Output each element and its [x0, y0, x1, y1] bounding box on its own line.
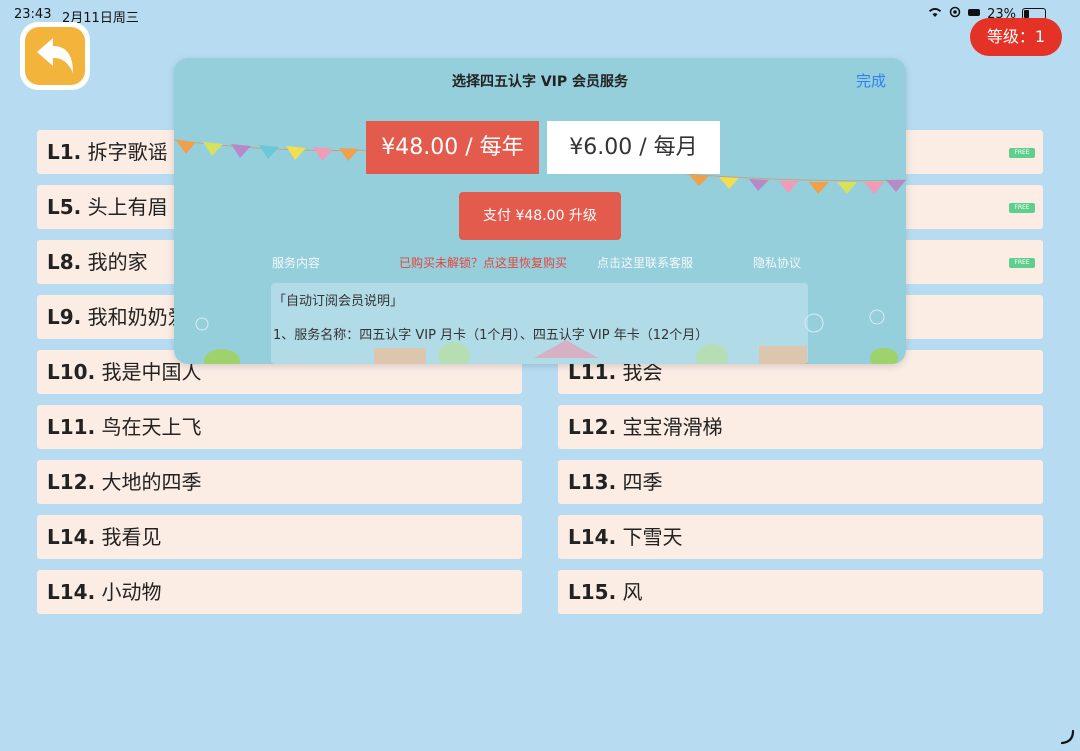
- lesson-code: L14.: [568, 525, 617, 549]
- lesson-name: 鸟在天上飞: [101, 415, 202, 439]
- pay-button[interactable]: 支付 ¥48.00 升级: [459, 192, 621, 240]
- lesson-code: L8.: [47, 250, 82, 274]
- lesson-name: 拆字歌谣: [87, 140, 168, 164]
- lesson-code: L12.: [47, 470, 96, 494]
- price-option-yearly[interactable]: ¥48.00 / 每年: [366, 121, 539, 174]
- lesson-item[interactable]: L13. 四季: [558, 460, 1043, 504]
- lesson-code: L10.: [47, 360, 96, 384]
- restore-purchase-link[interactable]: 已购买未解锁？点这里恢复购买: [399, 254, 567, 271]
- lesson-item[interactable]: L12. 宝宝滑滑梯: [558, 405, 1043, 449]
- lesson-item[interactable]: L15. 风: [558, 570, 1043, 614]
- lesson-name: 四季: [622, 470, 663, 494]
- lesson-name: 大地的四季: [101, 470, 202, 494]
- free-badge: FREE: [1009, 203, 1035, 213]
- lesson-code: L15.: [568, 580, 617, 604]
- description-line: 1、服务名称：四五认字 VIP 月卡（1个月）、四五认字 VIP 年卡（12个月…: [273, 328, 709, 343]
- lesson-code: L14.: [47, 525, 96, 549]
- lesson-item[interactable]: L14. 小动物: [37, 570, 522, 614]
- done-button[interactable]: 完成: [856, 70, 886, 91]
- privacy-policy-link[interactable]: 隐私协议: [753, 254, 801, 271]
- lesson-name: 风: [622, 580, 643, 604]
- lesson-item[interactable]: L14. 下雪天: [558, 515, 1043, 559]
- lesson-name: 我看见: [101, 525, 162, 549]
- lesson-code: L11.: [47, 415, 96, 439]
- contact-support-link[interactable]: 点击这里联系客服: [597, 254, 693, 271]
- lesson-name: 头上有眉: [87, 195, 168, 219]
- lesson-code: L14.: [47, 580, 96, 604]
- status-bar: 23:43 2月11日周三 23%: [0, 0, 1080, 30]
- subscription-description[interactable]: 「自动订阅会员说明」 1、服务名称：四五认字 VIP 月卡（1个月）、四五认字 …: [271, 283, 808, 364]
- back-arrow-icon: [37, 38, 73, 73]
- spinner-icon: [1060, 729, 1075, 745]
- modal-title: 选择四五认字 VIP 会员服务: [451, 74, 629, 90]
- lesson-name: 小动物: [101, 580, 162, 604]
- lesson-code: L12.: [568, 415, 617, 439]
- free-badge: FREE: [1009, 258, 1035, 268]
- lesson-name: 下雪天: [622, 525, 683, 549]
- lesson-code: L5.: [47, 195, 82, 219]
- price-option-monthly[interactable]: ¥6.00 / 每月: [547, 121, 720, 174]
- description-title: 「自动订阅会员说明」: [273, 294, 404, 309]
- lesson-code: L9.: [47, 305, 82, 329]
- location-icon: [949, 6, 961, 22]
- vip-modal: 选择四五认字 VIP 会员服务 完成 ¥48.00 / 每年 ¥6.00 / 每…: [174, 58, 906, 364]
- wifi-icon: [927, 6, 943, 22]
- back-button[interactable]: [20, 22, 90, 90]
- status-time: 23:43: [14, 7, 52, 22]
- lesson-item[interactable]: L11. 鸟在天上飞: [37, 405, 522, 449]
- lesson-name: 宝宝滑滑梯: [622, 415, 723, 439]
- level-badge[interactable]: 等级：1: [970, 18, 1062, 56]
- lesson-item[interactable]: L14. 我看见: [37, 515, 522, 559]
- free-badge: FREE: [1009, 148, 1035, 158]
- lesson-name: 我的家: [87, 250, 148, 274]
- service-content-link[interactable]: 服务内容: [272, 254, 320, 271]
- lesson-code: L1.: [47, 140, 82, 164]
- lesson-code: L13.: [568, 470, 617, 494]
- lesson-item[interactable]: L12. 大地的四季: [37, 460, 522, 504]
